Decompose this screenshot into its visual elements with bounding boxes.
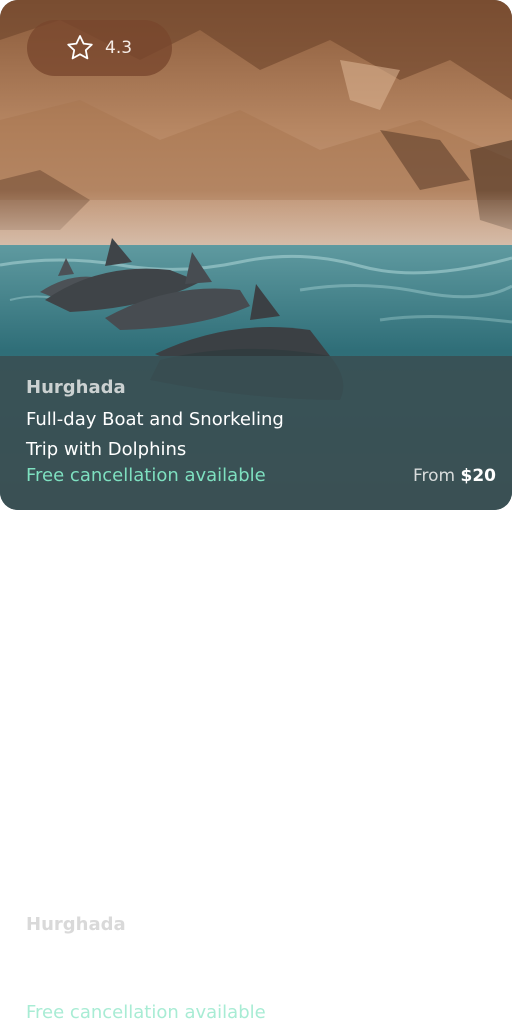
tour-title-line1: Full-day Boat and Snorkeling bbox=[26, 409, 284, 430]
price-prefix: From bbox=[412, 466, 461, 486]
price-amount: $20 bbox=[460, 466, 497, 486]
rating-value: 4.3 bbox=[105, 38, 133, 58]
star-icon bbox=[65, 33, 95, 63]
ghost-card-location: Hurghada bbox=[26, 914, 126, 935]
cancellation-note: Free cancellation available bbox=[26, 465, 266, 486]
rating-badge: 4.3 bbox=[27, 20, 172, 76]
tour-title-line2: Trip with Dolphins bbox=[26, 439, 187, 460]
tour-location: Hurghada bbox=[26, 377, 126, 398]
tour-title[interactable]: Full-day Boat and Snorkeling Trip with D… bbox=[26, 405, 326, 465]
price-label: From $20 bbox=[413, 466, 496, 486]
ghost-card-cancellation: Free cancellation available bbox=[26, 1002, 266, 1023]
tour-card[interactable]: 4.3 Hurghada Full-day Boat and Snorkelin… bbox=[0, 0, 512, 510]
